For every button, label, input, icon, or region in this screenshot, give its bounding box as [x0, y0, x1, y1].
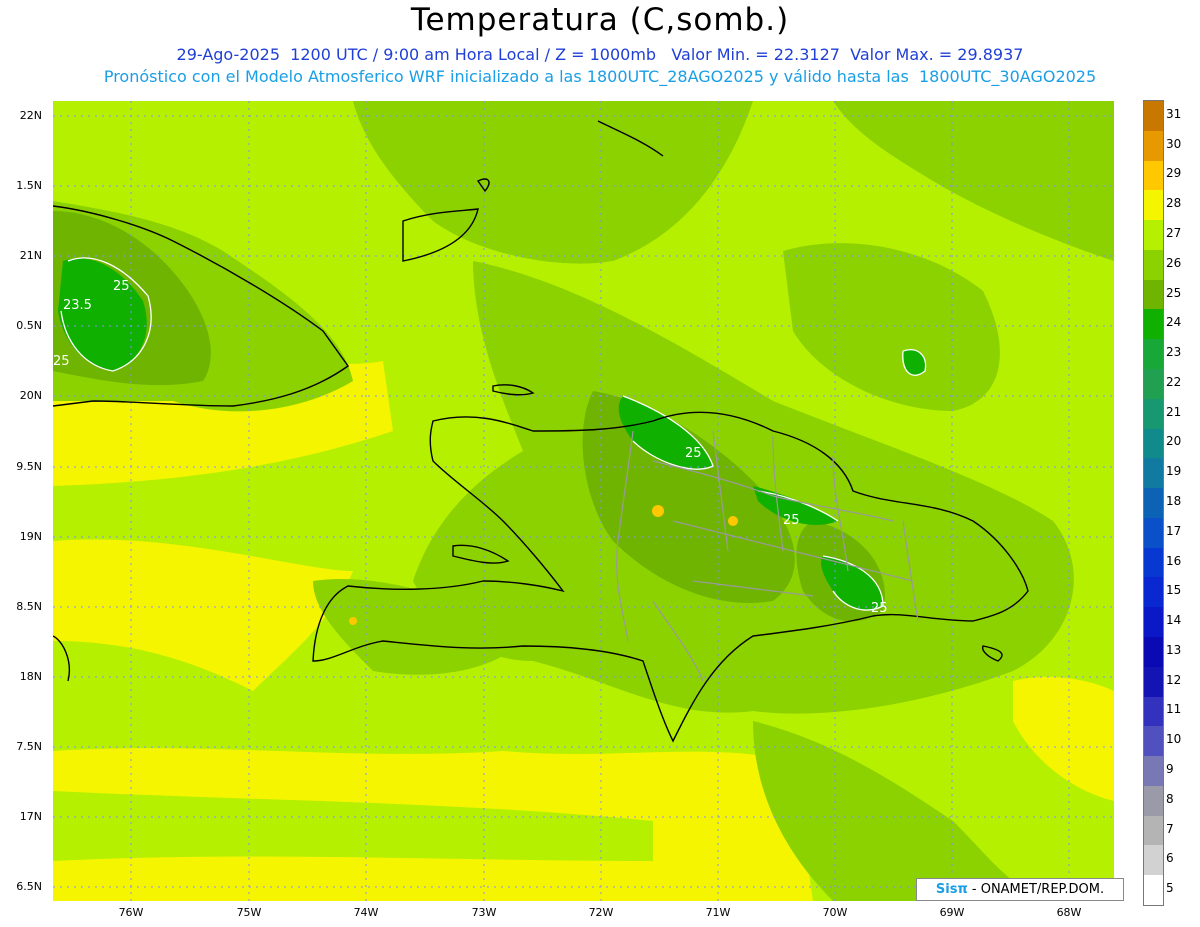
legend-label: 14	[1166, 613, 1182, 628]
legend-label: 25	[1166, 285, 1182, 300]
legend-swatch	[1144, 160, 1163, 191]
legend-swatch	[1144, 785, 1163, 816]
field-29-spot-1	[652, 505, 664, 517]
legend-swatch	[1144, 637, 1163, 667]
legend-label: 20	[1166, 434, 1182, 449]
legend-swatch	[1144, 875, 1163, 905]
legend-label: 29	[1166, 166, 1182, 181]
legend-swatch	[1144, 428, 1163, 459]
map-title: Temperatura (C,somb.)	[410, 2, 790, 38]
lat-label: 19N	[19, 530, 42, 543]
field-28-caribbean	[53, 539, 353, 691]
legend-label: 31	[1166, 106, 1182, 121]
lon-label: 69W	[939, 906, 965, 919]
contour-label-25-cibao: 25	[685, 446, 702, 461]
legend-swatch	[1144, 190, 1163, 221]
legend-label: 11	[1166, 702, 1182, 717]
contour-label-25-cuba-north: 25	[113, 279, 130, 294]
legend-label: 12	[1166, 672, 1182, 687]
field-28-east	[1013, 676, 1114, 801]
legend-label: 22	[1166, 374, 1182, 389]
lat-label: 0.5N	[16, 319, 42, 332]
legend-swatch	[1144, 607, 1163, 637]
legend-swatch	[1144, 309, 1163, 340]
lat-label: 9.5N	[16, 460, 42, 473]
legend-swatch	[1144, 130, 1163, 161]
contour-label-25-cuba-south: 25	[53, 354, 70, 369]
legend-label: 21	[1166, 404, 1182, 419]
legend-label: 18	[1166, 494, 1182, 508]
temperature-map[interactable]: 23.5 25 25 25 25 25	[53, 101, 1114, 901]
credit-text: - ONAMET/REP.DOM.	[967, 882, 1105, 897]
lat-label: 1.5N	[16, 179, 42, 192]
contour-label-25-east: 25	[871, 601, 888, 616]
lon-label: 70W	[822, 906, 848, 919]
legend-swatch	[1144, 696, 1163, 727]
lon-label: 74W	[353, 906, 379, 919]
lat-label: 20N	[19, 389, 42, 402]
legend-swatch	[1144, 101, 1163, 131]
sispi-logo: Sisπ	[935, 882, 968, 897]
credit-box: Sisπ - ONAMET/REP.DOM.	[916, 878, 1124, 901]
legend-swatch	[1144, 517, 1163, 548]
lat-label: 8.5N	[16, 600, 42, 613]
legend-label: 28	[1166, 196, 1182, 211]
legend-label: 16	[1166, 553, 1182, 568]
contour-label-25-central: 25	[783, 513, 800, 528]
legend-swatch	[1144, 249, 1163, 280]
lat-label: 17N	[19, 810, 42, 823]
legend-label: 9	[1166, 762, 1174, 776]
legend-label: 26	[1166, 255, 1182, 270]
lon-label: 71W	[705, 906, 731, 919]
legend-swatch	[1144, 458, 1163, 489]
legend-label: 19	[1166, 464, 1182, 479]
lat-label: 22N	[19, 109, 42, 122]
legend-swatch	[1144, 756, 1163, 786]
legend-swatch	[1144, 220, 1163, 250]
legend-label: 8	[1166, 791, 1174, 806]
color-legend	[1143, 100, 1164, 906]
legend-swatch	[1144, 398, 1163, 429]
legend-swatch	[1144, 666, 1163, 697]
legend-label: 15	[1166, 583, 1182, 598]
legend-label: 13	[1166, 642, 1182, 657]
legend-swatch	[1144, 488, 1163, 518]
lon-label: 73W	[471, 906, 497, 919]
map-svg	[53, 101, 1114, 901]
legend-label: 24	[1166, 315, 1182, 330]
legend-swatch	[1144, 726, 1163, 757]
lon-label: 76W	[118, 906, 144, 919]
jamaica-west	[53, 635, 70, 682]
lon-label: 68W	[1056, 906, 1082, 919]
model-info-line: Pronóstico con el Modelo Atmosferico WRF…	[103, 67, 1097, 86]
legend-swatch	[1144, 577, 1163, 608]
forecast-time-line: 29-Ago-2025 1200 UTC / 9:00 am Hora Loca…	[176, 45, 1024, 64]
field-26-north-atlantic	[353, 101, 753, 264]
legend-label: 23	[1166, 345, 1182, 360]
legend-swatch	[1144, 547, 1163, 578]
lat-label: 6.5N	[16, 880, 42, 893]
legend-label: 10	[1166, 732, 1182, 747]
lat-label: 7.5N	[16, 740, 42, 753]
field-29-spot-2	[728, 516, 738, 526]
lon-label: 75W	[236, 906, 262, 919]
legend-swatch	[1144, 339, 1163, 369]
legend-swatch	[1144, 845, 1163, 876]
legend-label: 5	[1166, 881, 1174, 896]
legend-swatch	[1144, 815, 1163, 846]
lat-label: 21N	[19, 249, 42, 262]
field-29-spot-3	[349, 617, 357, 625]
legend-label: 17	[1166, 523, 1182, 538]
legend-swatch	[1144, 279, 1163, 310]
legend-label: 6	[1166, 851, 1174, 866]
contour-label-23-5: 23.5	[63, 298, 92, 313]
field-26-east-cells	[783, 243, 1000, 411]
lon-label: 72W	[588, 906, 614, 919]
lat-label: 18N	[19, 670, 42, 683]
legend-label: 30	[1166, 136, 1182, 151]
legend-label: 27	[1166, 226, 1182, 240]
field-26-ne-corner	[833, 101, 1114, 261]
legend-label: 7	[1166, 821, 1174, 836]
legend-swatch	[1144, 369, 1163, 399]
